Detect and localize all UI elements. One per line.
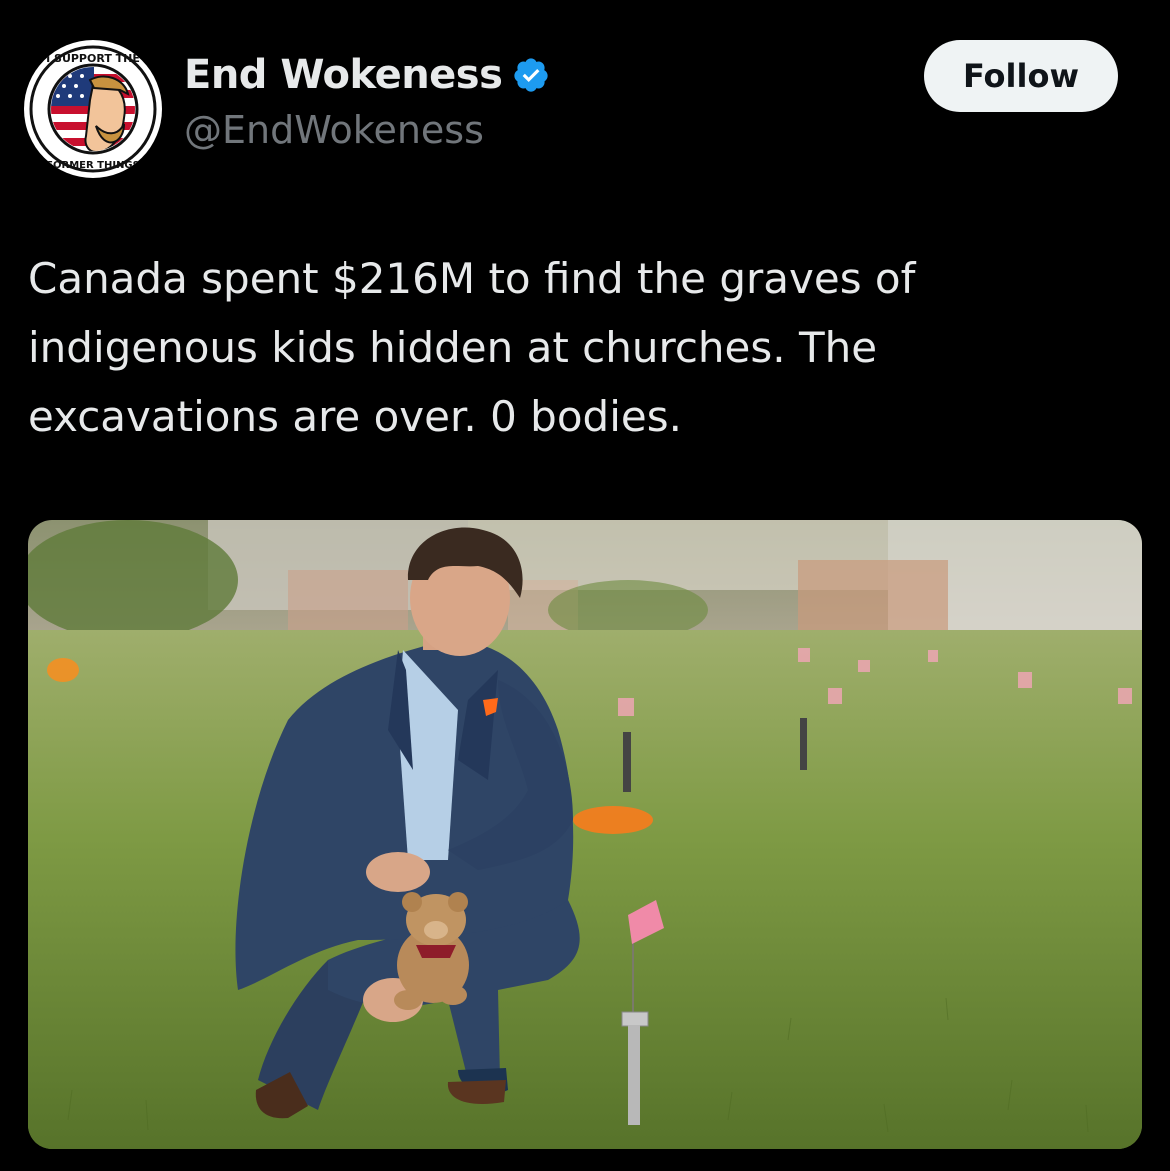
follow-button[interactable]: Follow bbox=[924, 40, 1118, 112]
tweet-header: I SUPPORT THE FORMER THINGS End Wokeness… bbox=[0, 0, 1170, 200]
tweet-text-line: excavations are over. 0 bodies. bbox=[28, 392, 682, 441]
name-row: End Wokeness bbox=[184, 52, 550, 98]
verified-badge-icon bbox=[514, 58, 549, 92]
avatar-text-top: I SUPPORT THE bbox=[46, 52, 140, 65]
tweet-text-line: Canada spent $216M to find the graves of bbox=[28, 254, 916, 303]
tweet-text: Canada spent $216M to find the graves of… bbox=[28, 244, 1128, 451]
avatar[interactable]: I SUPPORT THE FORMER THINGS bbox=[24, 40, 162, 178]
display-name[interactable]: End Wokeness bbox=[184, 52, 503, 98]
tweet-text-line: indigenous kids hidden at churches. The bbox=[28, 323, 878, 372]
tweet-photo[interactable] bbox=[28, 520, 1142, 1149]
handle[interactable]: @EndWokeness bbox=[184, 108, 484, 152]
avatar-logo-icon: I SUPPORT THE FORMER THINGS bbox=[25, 41, 161, 177]
photo-man-kneeling-with-teddy-bear-icon bbox=[28, 520, 1142, 1149]
avatar-text-bottom: FORMER THINGS bbox=[46, 160, 140, 171]
